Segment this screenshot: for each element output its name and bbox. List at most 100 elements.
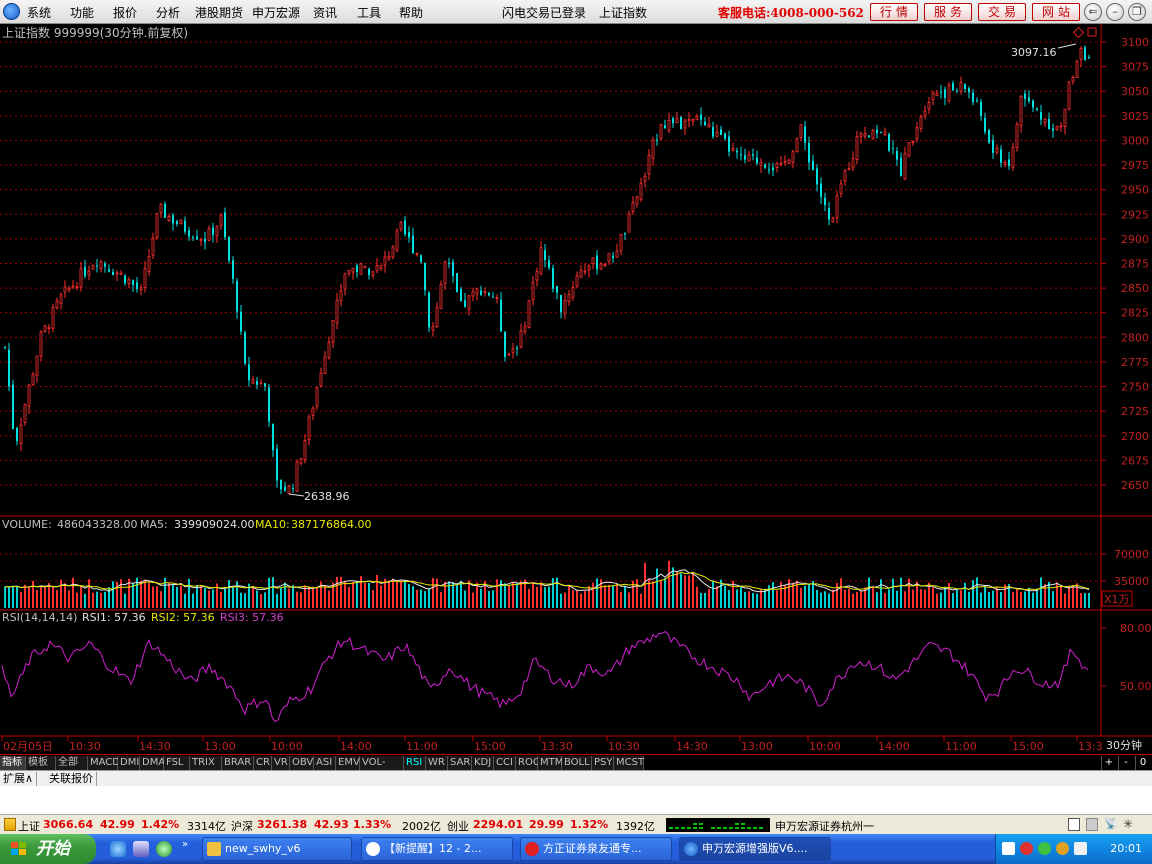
indicator-tab-voltdx[interactable]: VOL-TDX (360, 756, 404, 782)
browser-icon[interactable] (156, 841, 172, 857)
indicator-tab-wr[interactable]: WR (426, 756, 448, 770)
back-icon[interactable]: ⇐ (1084, 3, 1102, 21)
candle-body (115, 272, 119, 275)
settings-icon[interactable]: ✳ (1122, 818, 1134, 831)
indicator-tab-rsi[interactable]: RSI (404, 756, 426, 770)
sh-index-label[interactable]: 上证 (18, 818, 40, 834)
volume-axis-mid: 35000 (1114, 575, 1149, 588)
indicator-tab-[interactable]: 模板 (26, 756, 56, 770)
indicator-tab-emv[interactable]: EMV (336, 756, 360, 770)
indicator-tab-roc[interactable]: ROC (516, 756, 540, 770)
menu-swhy[interactable]: 申万宏源 (252, 4, 300, 21)
zoom-in-button[interactable]: + (1101, 756, 1116, 770)
menu-tools[interactable]: 工具 (357, 4, 381, 21)
tray-app-icon[interactable] (1020, 842, 1033, 855)
price-tick-label: 2950 (1121, 184, 1149, 197)
period-label[interactable]: 30分钟 (1106, 738, 1142, 752)
task-founder[interactable]: 方正证券泉友通专... (520, 837, 672, 861)
indicator-tab-asi[interactable]: ASI (314, 756, 336, 770)
indicator-tab-macd[interactable]: MACD (88, 756, 120, 770)
tray-media-icon[interactable] (1038, 842, 1051, 855)
minimize-icon[interactable]: – (1106, 3, 1124, 21)
task-swhy-app[interactable]: 申万宏源增强版V6.... (679, 837, 831, 861)
candle-body (779, 162, 783, 165)
indicator-tab-boll[interactable]: BOLL (562, 756, 592, 770)
menu-quote[interactable]: 报价 (113, 4, 137, 21)
indicator-tab-dma[interactable]: DMA (140, 756, 165, 770)
indicator-tab-mcst[interactable]: MCST (614, 756, 644, 770)
nav-trade-button[interactable]: 交易 (978, 3, 1026, 21)
reset-button[interactable]: 0 (1135, 756, 1150, 770)
volume-bar (704, 593, 706, 608)
kline-chart[interactable]: 3100 3075 3050 3025 3000 2975 2950 2925 2900 2875… (0, 24, 1152, 756)
volume-bar (1036, 588, 1038, 608)
task-new-swhy[interactable]: new_swhy_v6 (202, 837, 352, 861)
time-tick-label: 14:00 (878, 740, 910, 753)
candle-body (12, 384, 14, 429)
menu-function[interactable]: 功能 (70, 4, 94, 21)
desktop-icon[interactable] (133, 841, 149, 857)
indicator-tab-cr[interactable]: CR (254, 756, 272, 770)
nav-market-button[interactable]: 行情 (870, 3, 918, 21)
restore-icon[interactable]: ❐ (1128, 3, 1146, 21)
menu-help[interactable]: 帮助 (399, 4, 423, 21)
task-reminder[interactable]: 【新提醒】12 - 2... (361, 837, 513, 861)
indicator-tab-psy[interactable]: PSY (592, 756, 614, 770)
status-menu-icon[interactable] (4, 818, 16, 831)
indicator-tab-sar[interactable]: SAR (448, 756, 472, 770)
candle-body (164, 203, 166, 218)
cy-index-label[interactable]: 创业 (447, 818, 469, 834)
volume-bar (584, 591, 586, 608)
candle-body (475, 288, 479, 295)
menu-hk-futures[interactable]: 港股期货 (195, 4, 243, 21)
menu-system[interactable]: 系统 (27, 4, 51, 21)
volume-bar (1004, 584, 1006, 608)
tray-security-icon[interactable] (1056, 842, 1069, 855)
menu-news[interactable]: 资讯 (313, 4, 337, 21)
window-toggle-icon[interactable] (1068, 818, 1080, 831)
volume-bar (564, 592, 566, 608)
volume-bar (324, 585, 326, 608)
volume-bar (544, 587, 546, 608)
indicator-tab-obv[interactable]: OBV (290, 756, 314, 770)
time-tick-label: 11:00 (406, 740, 438, 753)
candle-body (548, 260, 550, 268)
volume-bar (736, 589, 738, 608)
indicator-tab-[interactable]: 指标 (0, 756, 26, 770)
broadcast-icon[interactable]: 📡 (1104, 818, 1118, 831)
indicator-tab-trix[interactable]: TRIX (190, 756, 222, 770)
ie-icon[interactable] (110, 841, 126, 857)
expand-button[interactable]: 扩展∧ (0, 772, 38, 786)
nav-website-button[interactable]: 网站 (1032, 3, 1080, 21)
nav-service-button[interactable]: 服务 (924, 3, 972, 21)
candle-body (1003, 161, 1007, 165)
tray-volume-icon[interactable] (1074, 842, 1087, 855)
candle-body (880, 132, 882, 134)
print-icon[interactable] (1086, 818, 1098, 831)
candle-body (768, 169, 770, 171)
indicator-tab-dmi[interactable]: DMI (118, 756, 140, 770)
indicator-tab-fsl[interactable]: FSL (164, 756, 190, 770)
volume-bar (992, 590, 994, 608)
indicator-tab-brar[interactable]: BRAR (222, 756, 254, 770)
indicator-tab-vr[interactable]: VR (272, 756, 290, 770)
volume-bar (988, 592, 990, 608)
indicator-tab-cci[interactable]: CCI (494, 756, 516, 770)
indicator-tab-[interactable]: 全部 (56, 756, 88, 770)
indicator-tab-mtm[interactable]: MTM (538, 756, 563, 770)
volume-bar (52, 586, 54, 608)
volume-bar (88, 579, 90, 608)
volume-bar (400, 582, 402, 608)
menu-analysis[interactable]: 分析 (156, 4, 180, 21)
volume-bar (836, 583, 838, 608)
candle-body (1019, 95, 1023, 127)
related-quotes-tab[interactable]: 关联报价 (46, 772, 97, 786)
tray-arrow-icon[interactable] (1002, 842, 1015, 855)
zoom-out-button[interactable]: - (1118, 756, 1133, 770)
hs-index-label[interactable]: 沪深 (231, 818, 253, 834)
volume-bar (464, 590, 466, 608)
candle-body (976, 100, 978, 102)
indicator-tab-kdj[interactable]: KDJ (472, 756, 494, 770)
start-button[interactable]: 开始 (0, 834, 96, 864)
quicklaunch-more-icon[interactable]: » (182, 839, 188, 850)
